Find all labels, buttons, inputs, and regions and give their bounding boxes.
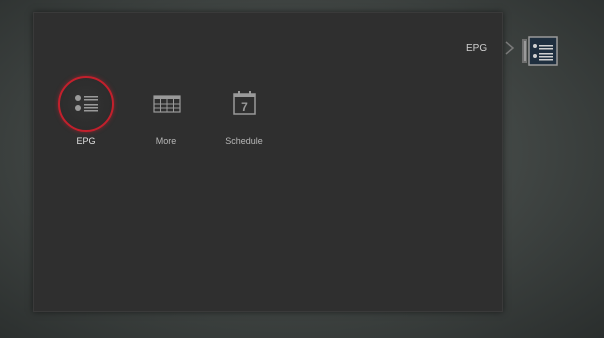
menu-item-schedule[interactable]: 7 Schedule [209, 76, 279, 156]
menu-item-epg-label: EPG [76, 136, 96, 146]
calendar-day-number: 7 [241, 100, 248, 114]
menu-item-schedule-label: Schedule [225, 136, 263, 146]
tv-screen: EPG More 7 Schedule EPG [0, 0, 604, 338]
breadcrumb-label: EPG [466, 43, 488, 54]
menu-item-epg[interactable]: EPG [51, 76, 121, 156]
grid-table-icon [153, 95, 181, 113]
chevron-right-icon [505, 41, 515, 55]
menu-item-schedule-icon-wrap: 7 [216, 76, 272, 132]
epg-list-icon [522, 36, 558, 66]
menu-item-more[interactable]: More [131, 76, 201, 156]
menu-item-more-icon-wrap [138, 76, 194, 132]
menu-item-more-label: More [155, 136, 177, 146]
epg-list-icon [75, 95, 98, 112]
menu-panel: EPG More 7 Schedule [33, 12, 503, 312]
calendar-icon: 7 [233, 91, 256, 115]
menu-item-epg-icon-wrap [58, 76, 114, 132]
